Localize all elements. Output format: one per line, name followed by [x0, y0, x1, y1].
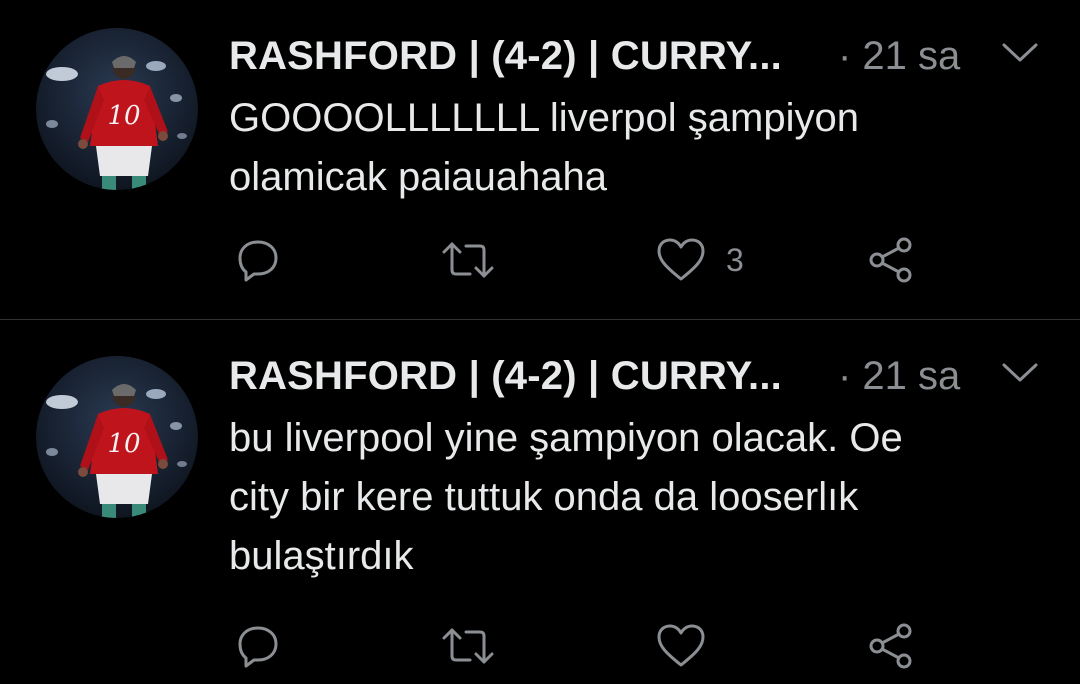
retweet-icon	[442, 628, 494, 664]
like-button[interactable]	[656, 616, 726, 676]
reply-icon	[238, 240, 278, 282]
avatar-image: 10	[36, 356, 198, 518]
tweet-text-line: city bir kere tuttuk onda da looserlık	[229, 475, 859, 519]
author-name[interactable]: RASHFORD | (4-2) | CURRY...	[229, 34, 782, 79]
reply-icon	[238, 626, 278, 668]
tweet-feed: 10 RASHFORD | (4-2) | CURRY... · 21 sa G…	[0, 0, 1080, 684]
avatar[interactable]: 10	[36, 356, 198, 518]
retweet-icon	[442, 242, 494, 278]
share-button[interactable]	[866, 616, 916, 676]
tweet-text-line: GOOOOLLLLLLL liverpol şampiyon	[229, 96, 859, 140]
jersey-number: 10	[107, 429, 140, 459]
tweet-text: GOOOOLLLLLLL liverpol şampiyon olamicak …	[229, 89, 1049, 207]
heart-icon	[657, 624, 705, 667]
share-icon	[869, 623, 912, 669]
reply-button[interactable]	[234, 616, 282, 676]
reply-button[interactable]	[234, 230, 282, 290]
tweet[interactable]: 10 RASHFORD | (4-2) | CURRY... · 21 sa G…	[0, 0, 1080, 319]
like-button[interactable]: 3	[656, 230, 744, 290]
retweet-button[interactable]	[440, 230, 496, 290]
tweet-text-line: bulaştırdık	[229, 534, 414, 578]
tweet[interactable]: 10 RASHFORD | (4-2) | CURRY... · 21 sa b…	[0, 320, 1080, 684]
tweet-text-line: bu liverpool yine şampiyon olacak. Oe	[229, 416, 903, 460]
author-name[interactable]: RASHFORD | (4-2) | CURRY...	[229, 354, 782, 399]
tweet-time[interactable]: · 21 sa	[838, 354, 960, 399]
avatar[interactable]: 10	[36, 28, 198, 190]
tweet-actions	[0, 616, 1080, 676]
tweet-text: bu liverpool yine şampiyon olacak. Oe ci…	[229, 409, 1049, 586]
like-count: 3	[726, 241, 744, 278]
jersey-number: 10	[107, 101, 140, 131]
avatar-image: 10	[36, 28, 198, 190]
share-button[interactable]	[866, 230, 916, 290]
retweet-button[interactable]	[440, 616, 496, 676]
chevron-down-icon[interactable]	[1000, 40, 1040, 66]
heart-icon	[657, 238, 705, 281]
tweet-text-line: olamicak paiauahaha	[229, 155, 608, 199]
tweet-time[interactable]: · 21 sa	[838, 34, 960, 79]
chevron-down-icon[interactable]	[1000, 360, 1040, 386]
share-icon	[869, 237, 912, 283]
tweet-actions: 3	[0, 230, 1080, 290]
